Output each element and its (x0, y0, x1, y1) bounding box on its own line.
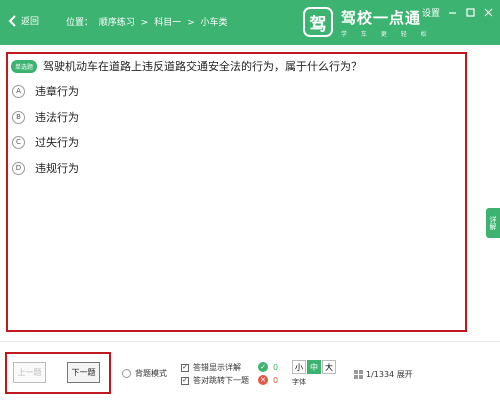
question-text: 驾驶机动车在道路上违反道路交通安全法的行为，属于什么行为？ (43, 60, 363, 73)
option-text: 违章行为 (35, 85, 79, 98)
wrong-counter: ✕ 0 (258, 375, 278, 385)
option-d[interactable]: D 违规行为 (12, 160, 79, 176)
progress-text: 1/1334 展开 (366, 370, 413, 379)
breadcrumb-item-subject[interactable]: 科目一 (154, 18, 181, 28)
minimize-icon[interactable] (446, 7, 458, 19)
font-size-selector: 小 中 大 (292, 360, 337, 374)
window-controls: 设置 (422, 6, 494, 19)
back-button[interactable]: 返回 (8, 14, 39, 27)
memorize-mode-label: 背题模式 (135, 369, 167, 378)
progress-expand-button[interactable]: 1/1334 展开 (354, 369, 413, 380)
brand: 驾校一点通 学 车 更 轻 松 (341, 7, 433, 38)
bottom-divider (0, 341, 500, 342)
option-text: 违法行为 (35, 111, 79, 124)
check-circle-icon: ✓ (258, 362, 268, 372)
option-a[interactable]: A 违章行为 (12, 83, 79, 99)
wrong-count: 0 (273, 375, 279, 385)
brand-name: 驾校一点通 (341, 9, 422, 27)
option-b[interactable]: B 违法行为 (12, 109, 79, 125)
close-icon[interactable] (482, 7, 494, 19)
radio-icon (122, 369, 131, 378)
breadcrumb-item-category[interactable]: 小车类 (201, 18, 228, 28)
checkbox-checked-icon: ✓ (181, 376, 189, 385)
maximize-icon[interactable] (464, 7, 476, 19)
checkbox-checked-icon: ✓ (181, 363, 189, 372)
option-letter: D (12, 161, 25, 175)
breadcrumb: 位置： 顺序练习 > 科目一 > 小车类 (66, 15, 231, 28)
question-header: 单选题 驾驶机动车在道路上违反道路交通安全法的行为，属于什么行为？ (11, 58, 362, 74)
next-question-button[interactable]: 下一题 (67, 362, 100, 383)
x-circle-icon: ✕ (258, 375, 268, 385)
show-detail-on-wrong-label: 答错显示详解 (193, 363, 241, 372)
jump-next-on-right-label: 答对跳转下一题 (193, 376, 249, 385)
option-letter: B (12, 110, 25, 124)
correct-counter: ✓ 0 (258, 362, 278, 372)
font-size-medium-button[interactable]: 中 (307, 360, 321, 374)
breadcrumb-prefix: 位置： (66, 18, 94, 28)
font-size-small-button[interactable]: 小 (292, 360, 306, 374)
font-label: 字体 (292, 378, 306, 386)
option-letter: C (12, 135, 25, 149)
settings-button[interactable]: 设置 (422, 6, 440, 19)
option-c[interactable]: C 过失行为 (12, 134, 79, 150)
explanation-tab[interactable]: 详解 (486, 208, 500, 238)
chevron-left-icon (8, 14, 16, 27)
correct-count: 0 (273, 362, 279, 372)
breadcrumb-sep: > (187, 18, 195, 28)
breadcrumb-item-practice[interactable]: 顺序练习 (99, 18, 135, 28)
back-label: 返回 (21, 17, 40, 27)
option-text: 违规行为 (35, 162, 79, 175)
option-text: 过失行为 (35, 136, 79, 149)
question-panel: 单选题 驾驶机动车在道路上违反道路交通安全法的行为，属于什么行为？ A 违章行为… (6, 52, 467, 332)
grid-icon (354, 370, 363, 379)
show-detail-on-wrong-checkbox[interactable]: ✓ 答错显示详解 (181, 362, 241, 373)
app-logo-icon: 驾 (303, 7, 333, 37)
memorize-mode-toggle[interactable]: 背题模式 (122, 368, 167, 379)
font-size-large-button[interactable]: 大 (322, 360, 336, 374)
app-header: 返回 位置： 顺序练习 > 科目一 > 小车类 驾 驾校一点通 学 车 更 轻 … (0, 0, 500, 45)
brand-slogan: 学 车 更 轻 松 (341, 31, 433, 38)
breadcrumb-sep: > (140, 18, 149, 28)
prev-question-button[interactable]: 上一题 (13, 362, 46, 383)
question-type-badge: 单选题 (11, 59, 38, 73)
question-nav: 上一题 下一题 (5, 352, 111, 394)
jump-next-on-right-checkbox[interactable]: ✓ 答对跳转下一题 (181, 375, 249, 386)
option-letter: A (12, 84, 25, 98)
